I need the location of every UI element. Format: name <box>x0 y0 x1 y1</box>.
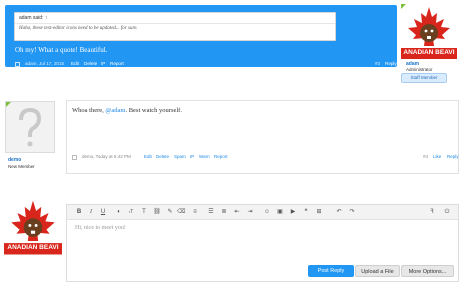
eraser-icon[interactable]: ⌫ <box>177 208 185 216</box>
outdent-icon[interactable]: ⇤ <box>233 208 241 216</box>
select-checkbox[interactable] <box>72 155 77 160</box>
quote-author[interactable]: adam said: ↑ <box>19 15 47 21</box>
smilie-icon[interactable]: ☺ <box>263 208 271 216</box>
insert-icon[interactable]: ⊞ <box>315 208 323 216</box>
default-avatar-icon <box>19 107 42 147</box>
avatar-banner-text: ANADIAN BEAVI <box>7 244 59 251</box>
warn-link[interactable]: Warn <box>199 154 210 159</box>
underline-icon[interactable]: U <box>99 208 107 216</box>
color-icon[interactable]: ◐ <box>115 208 123 216</box>
avatar[interactable]: ANADIAN BEAVI <box>401 4 457 59</box>
edit-link[interactable]: Edit <box>144 154 152 159</box>
message-text: Whoa there, <box>72 107 106 114</box>
post-number[interactable]: #3 <box>375 61 380 66</box>
edit-link[interactable]: Edit <box>71 61 79 66</box>
post: Whoa there, @adam. Best watch yourself. … <box>66 100 459 174</box>
post-meta[interactable]: demo, Today at 6:42 PM <box>82 154 131 159</box>
font-size-icon[interactable]: ₜT <box>127 208 135 216</box>
ip-link[interactable]: IP <box>101 61 105 66</box>
editor-toolbar: B I U ◐ ₜT T ⛓ ✎ ⌫ ≡ ☰ ≣ ⇤ ⇥ ☺ ▣ ▶ ❝ ⊞ ↶… <box>67 205 458 220</box>
post-message: Whoa there, @adam. Best watch yourself. <box>72 107 182 114</box>
post-footer: adam, Jul 17, 2015 Edit Delete IP Report… <box>15 61 397 69</box>
user-title: New Member <box>8 164 35 169</box>
bullet-list-icon[interactable]: ☰ <box>207 208 215 216</box>
bold-icon[interactable]: B <box>75 208 83 216</box>
toggle-bbcode-icon[interactable]: ꟻ <box>428 208 436 216</box>
media-icon[interactable]: ▶ <box>289 208 297 216</box>
font-icon[interactable]: T <box>140 208 148 216</box>
report-link[interactable]: Report <box>214 154 228 159</box>
redo-icon[interactable]: ↷ <box>348 208 356 216</box>
post-number[interactable]: #4 <box>423 154 428 159</box>
quote-icon[interactable]: ❝ <box>302 208 310 216</box>
image-icon[interactable]: ▣ <box>276 208 284 216</box>
unlink-icon[interactable]: ✎ <box>166 208 174 216</box>
reply-link[interactable]: Reply <box>447 154 459 159</box>
user-mention[interactable]: @adam <box>105 107 125 114</box>
quote-divider <box>15 23 335 24</box>
online-indicator <box>401 4 406 9</box>
number-list-icon[interactable]: ≣ <box>220 208 228 216</box>
power-icon[interactable]: ⏻ <box>443 208 451 216</box>
link-icon[interactable]: ⛓ <box>153 208 161 216</box>
quote-block: adam said: ↑ Haha, these text-editor ico… <box>14 12 336 41</box>
post-footer: demo, Today at 6:42 PM Edit Delete Spam … <box>72 154 459 162</box>
quote-text: Haha, these text-editor icons need to be… <box>19 26 138 31</box>
avatar-banner-text: ANADIAN BEAVI <box>403 49 455 56</box>
avatar[interactable] <box>5 101 55 153</box>
italic-icon[interactable]: I <box>87 208 95 216</box>
online-indicator <box>6 102 11 107</box>
align-icon[interactable]: ≡ <box>191 208 199 216</box>
username[interactable]: demo <box>8 157 21 163</box>
post-meta[interactable]: adam, Jul 17, 2015 <box>25 61 64 66</box>
select-checkbox[interactable] <box>15 62 20 67</box>
undo-icon[interactable]: ↶ <box>335 208 343 216</box>
spam-link[interactable]: Spam <box>174 154 186 159</box>
message-text: . Best watch yourself. <box>125 107 182 114</box>
staff-badge: Staff Member <box>401 73 447 83</box>
user-title: Administrator <box>406 67 433 72</box>
indent-icon[interactable]: ⇥ <box>246 208 254 216</box>
like-link[interactable]: Like <box>433 154 441 159</box>
more-options-button[interactable]: More Options... <box>401 265 454 277</box>
editor-input[interactable]: Hi, nice to meet you! <box>75 225 126 231</box>
delete-link[interactable]: Delete <box>84 61 97 66</box>
post-message: Oh my! What a quote! Beautiful. <box>15 46 108 54</box>
ip-link[interactable]: IP <box>190 154 194 159</box>
current-user-avatar[interactable]: ANADIAN BEAVI <box>4 197 62 255</box>
post-reply-button[interactable]: Post Reply <box>308 265 354 277</box>
reply-link[interactable]: Reply <box>385 61 397 66</box>
report-link[interactable]: Report <box>110 61 124 66</box>
delete-link[interactable]: Delete <box>156 154 169 159</box>
highlighted-post: adam said: ↑ Haha, these text-editor ico… <box>5 5 397 67</box>
upload-file-button[interactable]: Upload a File <box>355 265 400 277</box>
